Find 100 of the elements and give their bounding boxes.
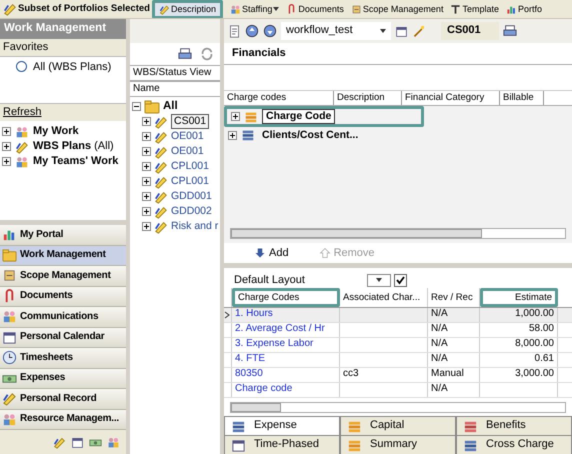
nav-button[interactable]: Timesheets: [0, 348, 126, 368]
document-icon: [228, 24, 241, 38]
pencil-icon: [154, 204, 168, 218]
nav-button[interactable]: Resource Managem...: [0, 410, 126, 430]
tab[interactable]: Expense: [224, 416, 340, 435]
caret-icon: [273, 7, 280, 11]
pencil-icon: [154, 114, 168, 128]
expand-toggle[interactable]: [142, 222, 151, 231]
layout-dropdown[interactable]: [367, 274, 391, 287]
tab[interactable]: Cross Charge: [456, 435, 572, 454]
pencil-icon: [154, 144, 168, 158]
table-row[interactable]: Charge code N/A: [224, 383, 572, 398]
tree-item[interactable]: CS001: [171, 114, 210, 129]
table-row[interactable]: 2. Average Cost / Hr N/A 58.00: [224, 323, 572, 338]
pencil-icon: [154, 160, 168, 174]
expand-toggle[interactable]: [142, 132, 151, 141]
expand-toggle[interactable]: [2, 142, 11, 152]
table-cell: 8,000.00: [515, 338, 554, 350]
table-cell: N/A: [431, 383, 448, 394]
charge-code-link[interactable]: 3. Expense Labor: [235, 338, 314, 350]
expand-toggle[interactable]: [142, 192, 151, 201]
tree-item[interactable]: My Teams' Work: [33, 155, 118, 168]
toolbar-button[interactable]: Template: [447, 2, 502, 16]
expand-toggle[interactable]: [142, 207, 151, 216]
toolbar-button[interactable]: Portfo: [502, 2, 545, 16]
toolbar-button[interactable]: Scope Management: [348, 2, 446, 16]
tab[interactable]: Benefits: [456, 416, 572, 435]
column-header[interactable]: Financial Category: [402, 91, 500, 106]
workflow-dropdown[interactable]: workflow_test: [281, 22, 391, 40]
up-arrow-icon: [318, 247, 331, 260]
pencil-icon: [154, 190, 168, 204]
tree-item[interactable]: Charge Code: [262, 109, 336, 124]
nav-button[interactable]: Expenses: [0, 368, 126, 389]
refresh-link[interactable]: Refresh: [0, 102, 126, 122]
tree-item[interactable]: GDD001: [171, 190, 212, 203]
nav-button[interactable]: Documents: [0, 286, 126, 307]
toolbar-button[interactable]: Documents: [283, 2, 347, 16]
table-row[interactable]: 1. Hours N/A 1,000.00: [224, 308, 572, 324]
expand-toggle[interactable]: [2, 157, 11, 166]
tree-item[interactable]: GDD002: [171, 205, 212, 218]
column-header[interactable]: Estimate: [480, 288, 558, 308]
expand-toggle[interactable]: [231, 112, 240, 122]
nav-button[interactable]: Work Management: [0, 246, 126, 266]
tree-item[interactable]: WBS Plans (All): [33, 140, 114, 154]
tab[interactable]: Summary: [340, 435, 456, 454]
expand-toggle[interactable]: [142, 117, 151, 126]
nav-button[interactable]: Scope Management: [0, 266, 126, 286]
charge-code-link[interactable]: 2. Average Cost / Hr: [235, 323, 325, 334]
tree-item[interactable]: My Work: [33, 125, 79, 138]
radio-button[interactable]: [16, 60, 27, 72]
tree-item[interactable]: Clients/Cost Cent...: [259, 128, 362, 142]
scrollbar[interactable]: [230, 228, 566, 240]
expand-toggle[interactable]: [142, 147, 151, 156]
charge-code-link[interactable]: 4. FTE: [235, 353, 266, 364]
charge-code-link[interactable]: 1. Hours: [235, 308, 273, 320]
expand-toggle[interactable]: [142, 162, 151, 171]
table-row[interactable]: 3. Expense Labor N/A 8,000.00: [224, 338, 572, 354]
column-header[interactable]: Charge codes: [224, 91, 334, 106]
panel-title: Work Management: [0, 19, 126, 39]
table-cell: N/A: [431, 323, 448, 334]
letter-icon: [450, 4, 462, 14]
collapse-toggle[interactable]: [132, 102, 141, 111]
nav-button[interactable]: Personal Record: [0, 389, 126, 410]
column-header[interactable]: Description: [334, 91, 402, 106]
expand-toggle[interactable]: [142, 177, 151, 186]
column-header[interactable]: Rev / Rec: [428, 288, 480, 308]
action-button[interactable]: Add: [254, 246, 289, 260]
toolbar-button[interactable]: Description: [152, 0, 223, 18]
column-header: Name: [130, 81, 220, 97]
toolbar-button[interactable]: Staffing: [227, 2, 282, 16]
nav-button[interactable]: My Portal: [0, 225, 126, 246]
table-cell: 1,000.00: [515, 308, 554, 320]
table-row[interactable]: 4. FTE N/A 0.61: [224, 353, 572, 368]
table-row[interactable]: 80350 cc3 Manual 3,000.00: [224, 368, 572, 384]
expand-toggle[interactable]: [2, 127, 11, 136]
printer-icon: [178, 47, 192, 61]
charge-code-link[interactable]: 80350: [235, 368, 263, 380]
table-cell: N/A: [431, 308, 448, 320]
tree-item[interactable]: CPL001: [171, 160, 209, 173]
column-header[interactable]: Charge Codes: [232, 288, 340, 308]
tab[interactable]: Capital: [340, 416, 456, 435]
people-icon: [230, 4, 241, 14]
tab[interactable]: Time-Phased: [224, 435, 340, 454]
charge-code-link[interactable]: Charge code: [235, 383, 292, 394]
expand-toggle[interactable]: [228, 130, 237, 140]
nav-button[interactable]: Personal Calendar: [0, 328, 126, 348]
tree-item[interactable]: OE001: [171, 145, 204, 158]
down-arrow-icon: [254, 247, 266, 260]
tree-item[interactable]: OE001: [171, 130, 204, 143]
table-cell: 0.61: [534, 353, 554, 364]
table-cell: cc3: [343, 368, 359, 380]
tree-item[interactable]: Risk and r: [171, 220, 218, 233]
people-icon: [15, 124, 29, 139]
nav-button[interactable]: Communications: [0, 307, 126, 328]
scrollbar[interactable]: [230, 402, 566, 413]
favorite-label[interactable]: All (WBS Plans): [33, 60, 112, 74]
tree-item[interactable]: All: [163, 100, 178, 114]
column-header[interactable]: Billable: [500, 91, 544, 106]
tree-item[interactable]: CPL001: [171, 175, 209, 188]
column-header[interactable]: Associated Char...: [340, 288, 428, 308]
